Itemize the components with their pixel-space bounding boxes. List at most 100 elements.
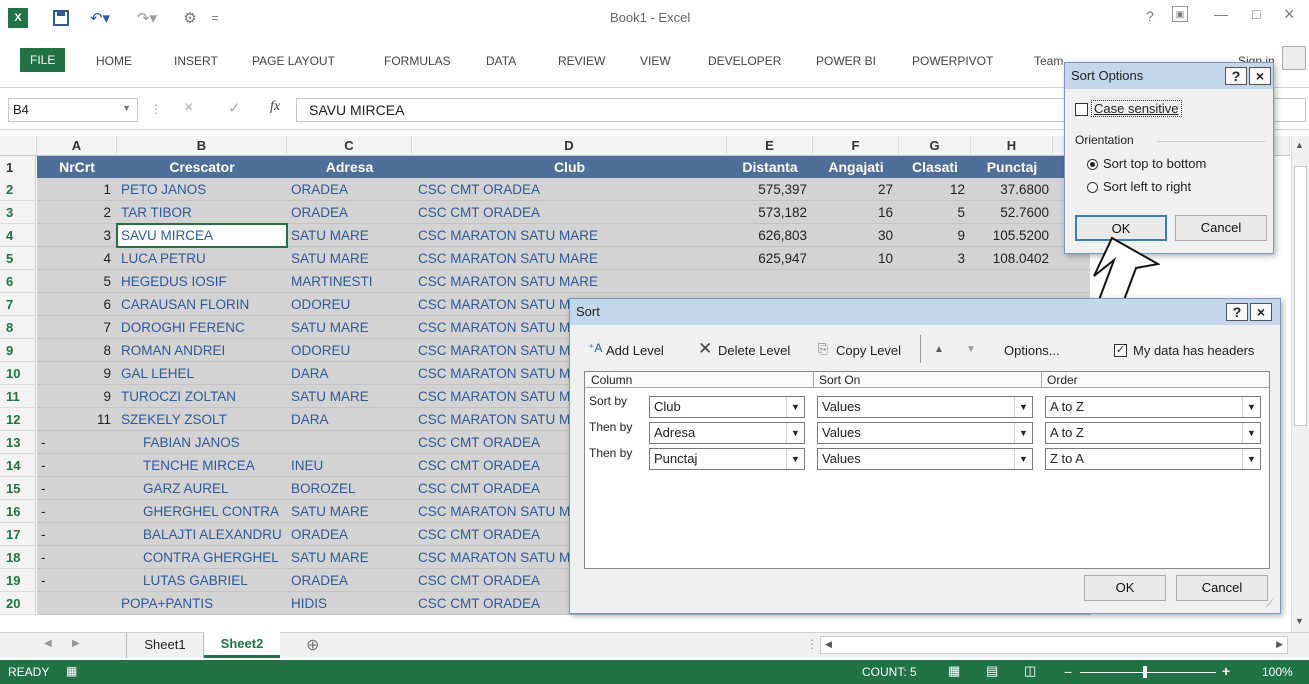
row-header[interactable]: 17 [0, 523, 36, 546]
cell-d[interactable]: CSC MARATON SATU MARE [412, 247, 727, 270]
col-header-g[interactable]: G [899, 136, 971, 156]
then-by-1-sort-on-select[interactable]: Values ▼ [817, 422, 1033, 444]
cell-a[interactable]: - [37, 431, 117, 454]
row-header[interactable]: 11 [0, 385, 36, 408]
move-down-icon[interactable]: ▼ [966, 344, 976, 355]
cell-c[interactable]: ODOREU [287, 293, 412, 316]
cell-a[interactable]: 5 [37, 270, 117, 293]
then-by-1-order-select[interactable]: A to Z ▼ [1045, 422, 1261, 444]
move-up-icon[interactable]: ▲ [934, 344, 944, 355]
header-punctaj[interactable]: Punctaj [971, 156, 1053, 178]
cell-g[interactable]: 3 [899, 247, 971, 270]
header-crescator[interactable]: Crescator [117, 156, 287, 178]
cell-c[interactable]: HIDIS [287, 592, 412, 615]
cell-c[interactable]: ORADEA [287, 569, 412, 592]
row-header[interactable]: 13 [0, 431, 36, 454]
col-header-h[interactable]: H [971, 136, 1053, 156]
copy-level-button[interactable]: Copy Level [836, 343, 901, 358]
header-distanta[interactable]: Distanta [727, 156, 813, 178]
sort-help-button[interactable]: ? [1226, 303, 1248, 321]
row-header[interactable]: 12 [0, 408, 36, 431]
my-data-has-headers-label[interactable]: My data has headers [1133, 343, 1254, 358]
scroll-up-icon[interactable]: ▲ [1295, 140, 1304, 150]
cell-b[interactable]: TAR TIBOR [117, 201, 287, 224]
tab-page-layout[interactable]: PAGE LAYOUT [252, 50, 335, 72]
sort-options-close-button[interactable]: × [1249, 67, 1271, 85]
cell-a[interactable]: - [37, 500, 117, 523]
zoom-slider-thumb[interactable] [1143, 666, 1147, 678]
cell-c[interactable] [287, 431, 412, 454]
cell-e[interactable] [727, 270, 813, 293]
zoom-out-icon[interactable]: − [1064, 664, 1072, 680]
cell-g[interactable]: 12 [899, 178, 971, 201]
header-clasati[interactable]: Clasati [899, 156, 971, 178]
avatar[interactable] [1282, 46, 1306, 70]
cell-b[interactable]: GHERGHEL CONTRA [117, 500, 287, 523]
cell-c[interactable]: INEU [287, 454, 412, 477]
cell-c[interactable]: SATU MARE [287, 316, 412, 339]
header-club[interactable]: Club [412, 156, 727, 178]
tab-sheet2[interactable]: Sheet2 [204, 632, 280, 658]
normal-view-icon[interactable]: ▦ [948, 663, 960, 679]
header-adresa[interactable]: Adresa [287, 156, 412, 178]
delete-level-button[interactable]: Delete Level [718, 343, 790, 358]
cell-b[interactable]: FABIAN JANOS [117, 431, 287, 454]
add-level-button[interactable]: Add Level [606, 343, 664, 358]
cell-b[interactable]: LUCA PETRU [117, 247, 287, 270]
cell-a[interactable]: 2 [37, 201, 117, 224]
cell-g[interactable]: 5 [899, 201, 971, 224]
col-header-e[interactable]: E [727, 136, 813, 156]
row-header[interactable]: 1 [0, 156, 36, 179]
row-header[interactable]: 4 [0, 224, 36, 247]
page-layout-view-icon[interactable]: ▤ [986, 663, 998, 679]
scroll-down-icon[interactable]: ▼ [1295, 616, 1304, 626]
horizontal-scrollbar[interactable]: ◀ ▶ [820, 636, 1288, 654]
cell-b[interactable]: GARZ AUREL [117, 477, 287, 500]
left-to-right-radio[interactable] [1087, 182, 1098, 193]
tab-powerpivot[interactable]: POWERPIVOT [912, 50, 993, 72]
cancel-entry-icon[interactable]: × [184, 99, 193, 117]
sort-by-column-select[interactable]: Club ▼ [649, 396, 805, 418]
cell-a[interactable]: - [37, 569, 117, 592]
cell-c[interactable]: ORADEA [287, 178, 412, 201]
cell-b[interactable]: POPA+PANTIS [117, 592, 287, 615]
row-header[interactable]: 6 [0, 270, 36, 293]
tab-view[interactable]: VIEW [640, 50, 671, 72]
cell-b[interactable]: LUTAS GABRIEL [117, 569, 287, 592]
row-header[interactable]: 20 [0, 592, 36, 615]
sort-options-cancel-button[interactable]: Cancel [1175, 215, 1267, 241]
cell-g[interactable]: 9 [899, 224, 971, 247]
tab-file[interactable]: FILE [20, 48, 66, 72]
row-header[interactable]: 14 [0, 454, 36, 477]
my-data-has-headers-checkbox[interactable]: ✓ [1114, 344, 1127, 357]
select-all-corner[interactable] [0, 136, 37, 156]
left-to-right-label[interactable]: Sort left to right [1103, 179, 1191, 194]
cell-a[interactable]: - [37, 477, 117, 500]
cell-b[interactable]: HEGEDUS IOSIF [117, 270, 287, 293]
header-angajati[interactable]: Angajati [813, 156, 899, 178]
cell-a[interactable]: - [37, 523, 117, 546]
cell-d[interactable]: CSC CMT ORADEA [412, 201, 727, 224]
cell-a[interactable] [37, 592, 117, 615]
cell-e[interactable]: 626,803 [727, 224, 813, 247]
cell-a[interactable]: 8 [37, 339, 117, 362]
cell-b[interactable]: TUROCZI ZOLTAN [117, 385, 287, 408]
cell-d[interactable]: CSC MARATON SATU MARE [412, 224, 727, 247]
cell-a[interactable]: 7 [37, 316, 117, 339]
tab-insert[interactable]: INSERT [174, 50, 218, 72]
cell-e[interactable]: 625,947 [727, 247, 813, 270]
col-header-f[interactable]: F [813, 136, 899, 156]
tab-data[interactable]: DATA [486, 50, 516, 72]
top-to-bottom-radio[interactable] [1087, 159, 1098, 170]
cell-c[interactable]: DARA [287, 362, 412, 385]
cell-b[interactable]: GAL LEHEL [117, 362, 287, 385]
cell-b[interactable]: SZEKELY ZSOLT [117, 408, 287, 431]
col-header-c[interactable]: C [287, 136, 412, 156]
cell-b[interactable]: ROMAN ANDREI [117, 339, 287, 362]
tab-sheet1[interactable]: Sheet1 [126, 633, 204, 658]
minimize-button[interactable]: — [1214, 6, 1228, 22]
row-header[interactable]: 10 [0, 362, 36, 385]
zoom-slider[interactable] [1080, 672, 1216, 673]
cell-b[interactable]: TENCHE MIRCEA [117, 454, 287, 477]
cell-a[interactable]: - [37, 546, 117, 569]
